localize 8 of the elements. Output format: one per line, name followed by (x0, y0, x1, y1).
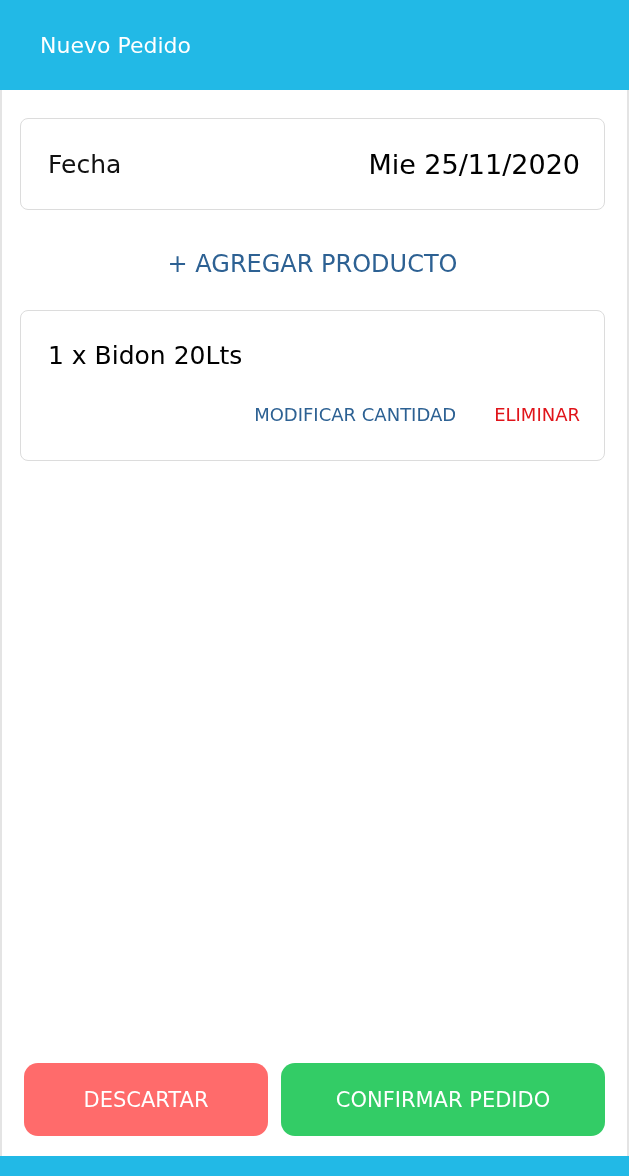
screen-title: Nuevo Pedido (40, 32, 191, 58)
date-value: Mie 25/11/2020 (368, 148, 580, 180)
add-product-link[interactable]: + AGREGAR PRODUCTO (163, 246, 462, 282)
action-link[interactable]: ELIMINAR (494, 404, 580, 425)
date-label: Fecha (48, 149, 122, 179)
date-card[interactable]: Fecha Mie 25/11/2020 (20, 118, 605, 210)
product-text: 1 x Bidon 20Lts (48, 341, 244, 370)
action-link[interactable]: MODIFICAR CANTIDAD (254, 404, 457, 425)
